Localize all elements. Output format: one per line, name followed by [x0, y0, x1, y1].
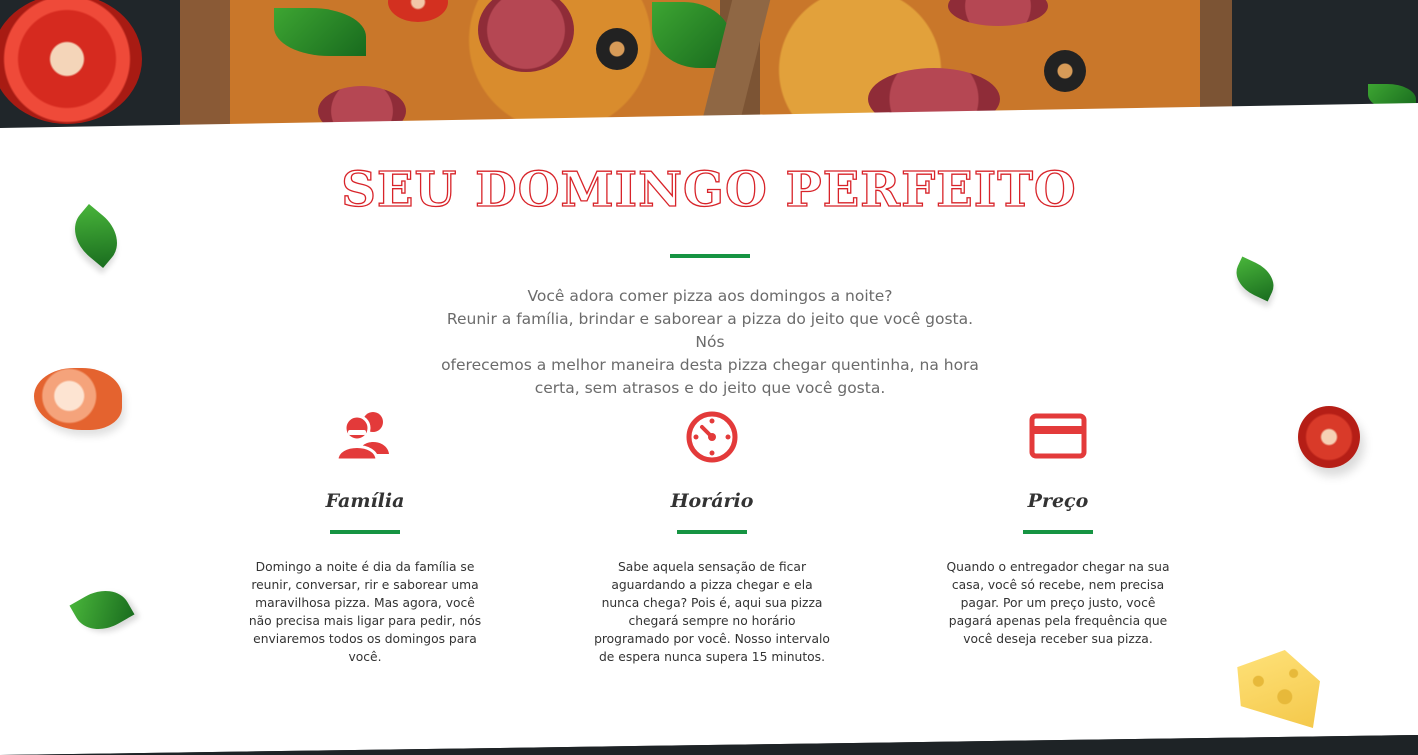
feature-text: Quando o entregador chegar na sua casa, … — [946, 560, 1170, 646]
tomato-image — [388, 0, 448, 22]
feature-title: Família — [325, 490, 405, 512]
cheese-decoration — [1237, 650, 1320, 728]
tomato-decoration — [1298, 406, 1360, 468]
people-icon — [335, 412, 389, 462]
intro-line: certa, sem atrasos e do jeito que você g… — [534, 379, 886, 397]
feature-horario: Horário Sabe aquela sensação de ficar ag… — [592, 408, 832, 666]
basil-leaf-decoration — [69, 579, 135, 641]
feature-divider — [1023, 530, 1093, 534]
basil-leaf-decoration — [1229, 256, 1281, 302]
basil-leaf-image — [274, 8, 366, 56]
intro-line: Reunir a família, brindar e saborear a p… — [446, 310, 974, 351]
feature-divider — [677, 530, 747, 534]
title-divider — [670, 254, 750, 258]
tomato-image — [0, 0, 142, 124]
feature-divider — [330, 530, 400, 534]
salami-image — [478, 0, 574, 72]
section-title: SEU DOMINGO PERFEITO — [341, 161, 1077, 218]
feature-text: Domingo a noite é dia da família se reun… — [248, 560, 482, 664]
credit-card-icon — [1029, 413, 1087, 459]
feature-title: Preço — [1027, 490, 1089, 512]
feature-familia: Família Domingo a noite é dia da família… — [245, 408, 485, 666]
section-intro: Você adora comer pizza aos domingos a no… — [440, 285, 980, 400]
olive-image — [596, 28, 638, 70]
feature-title: Horário — [670, 490, 754, 512]
intro-line: Você adora comer pizza aos domingos a no… — [527, 287, 893, 305]
timer-icon — [686, 411, 738, 463]
intro-line: oferecemos a melhor maneira desta pizza … — [441, 356, 979, 374]
feature-preco: Preço Quando o entregador chegar na sua … — [938, 408, 1178, 648]
feature-text: Sabe aquela sensação de ficar aguardando… — [594, 560, 830, 664]
shrimp-decoration — [34, 368, 122, 430]
olive-image — [1044, 50, 1086, 92]
salami-image — [948, 0, 1048, 26]
